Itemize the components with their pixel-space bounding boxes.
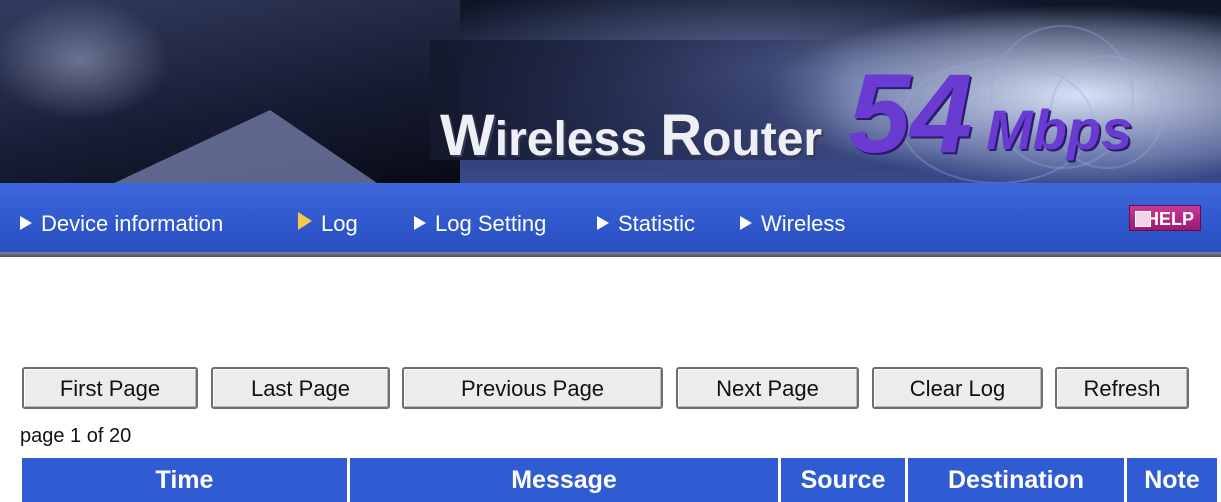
product-speed-unit: Mbps [986,98,1133,161]
column-header-destination: Destination [908,458,1124,502]
triangle-right-icon [414,216,426,230]
product-title: Wireless Router [440,103,823,168]
nav-item-log[interactable]: Log [298,211,358,237]
help-button[interactable]: HELP [1129,205,1201,231]
nav-item-wireless[interactable]: Wireless [740,211,845,237]
nav-item-device-information[interactable]: Device information [20,211,223,237]
triangle-right-icon [20,216,32,230]
clear-log-button[interactable]: Clear Log [872,367,1043,409]
first-page-button[interactable]: First Page [22,367,198,409]
nav-item-statistic[interactable]: Statistic [597,211,695,237]
help-icon [1135,211,1151,227]
help-label: HELP [1145,209,1194,229]
nav-item-label: Statistic [618,211,696,236]
column-header-note: Note [1127,458,1217,502]
nav-item-label: Log [321,211,358,236]
banner-triangle-graphic [110,110,380,183]
nav-bar: Device information Log Log Setting Stati… [0,183,1221,257]
pagination-status: page 1 of 20 [20,425,132,447]
triangle-right-icon [597,216,609,230]
previous-page-button[interactable]: Previous Page [402,367,663,409]
column-header-source: Source [781,458,905,502]
refresh-button[interactable]: Refresh [1055,367,1189,409]
nav-divider [0,252,1221,257]
nav-item-label: Log Setting [435,211,547,236]
column-header-message: Message [350,458,778,502]
nav-item-log-setting[interactable]: Log Setting [414,211,546,237]
active-triangle-icon [298,212,312,230]
nav-item-label: Device information [41,211,224,236]
next-page-button[interactable]: Next Page [676,367,859,409]
nav-item-label: Wireless [761,211,846,236]
last-page-button[interactable]: Last Page [211,367,390,409]
triangle-right-icon [740,216,752,230]
header-banner: Wireless Router 54 Mbps [0,0,1221,183]
column-header-time: Time [22,458,347,502]
product-speed: 54 [848,51,973,176]
